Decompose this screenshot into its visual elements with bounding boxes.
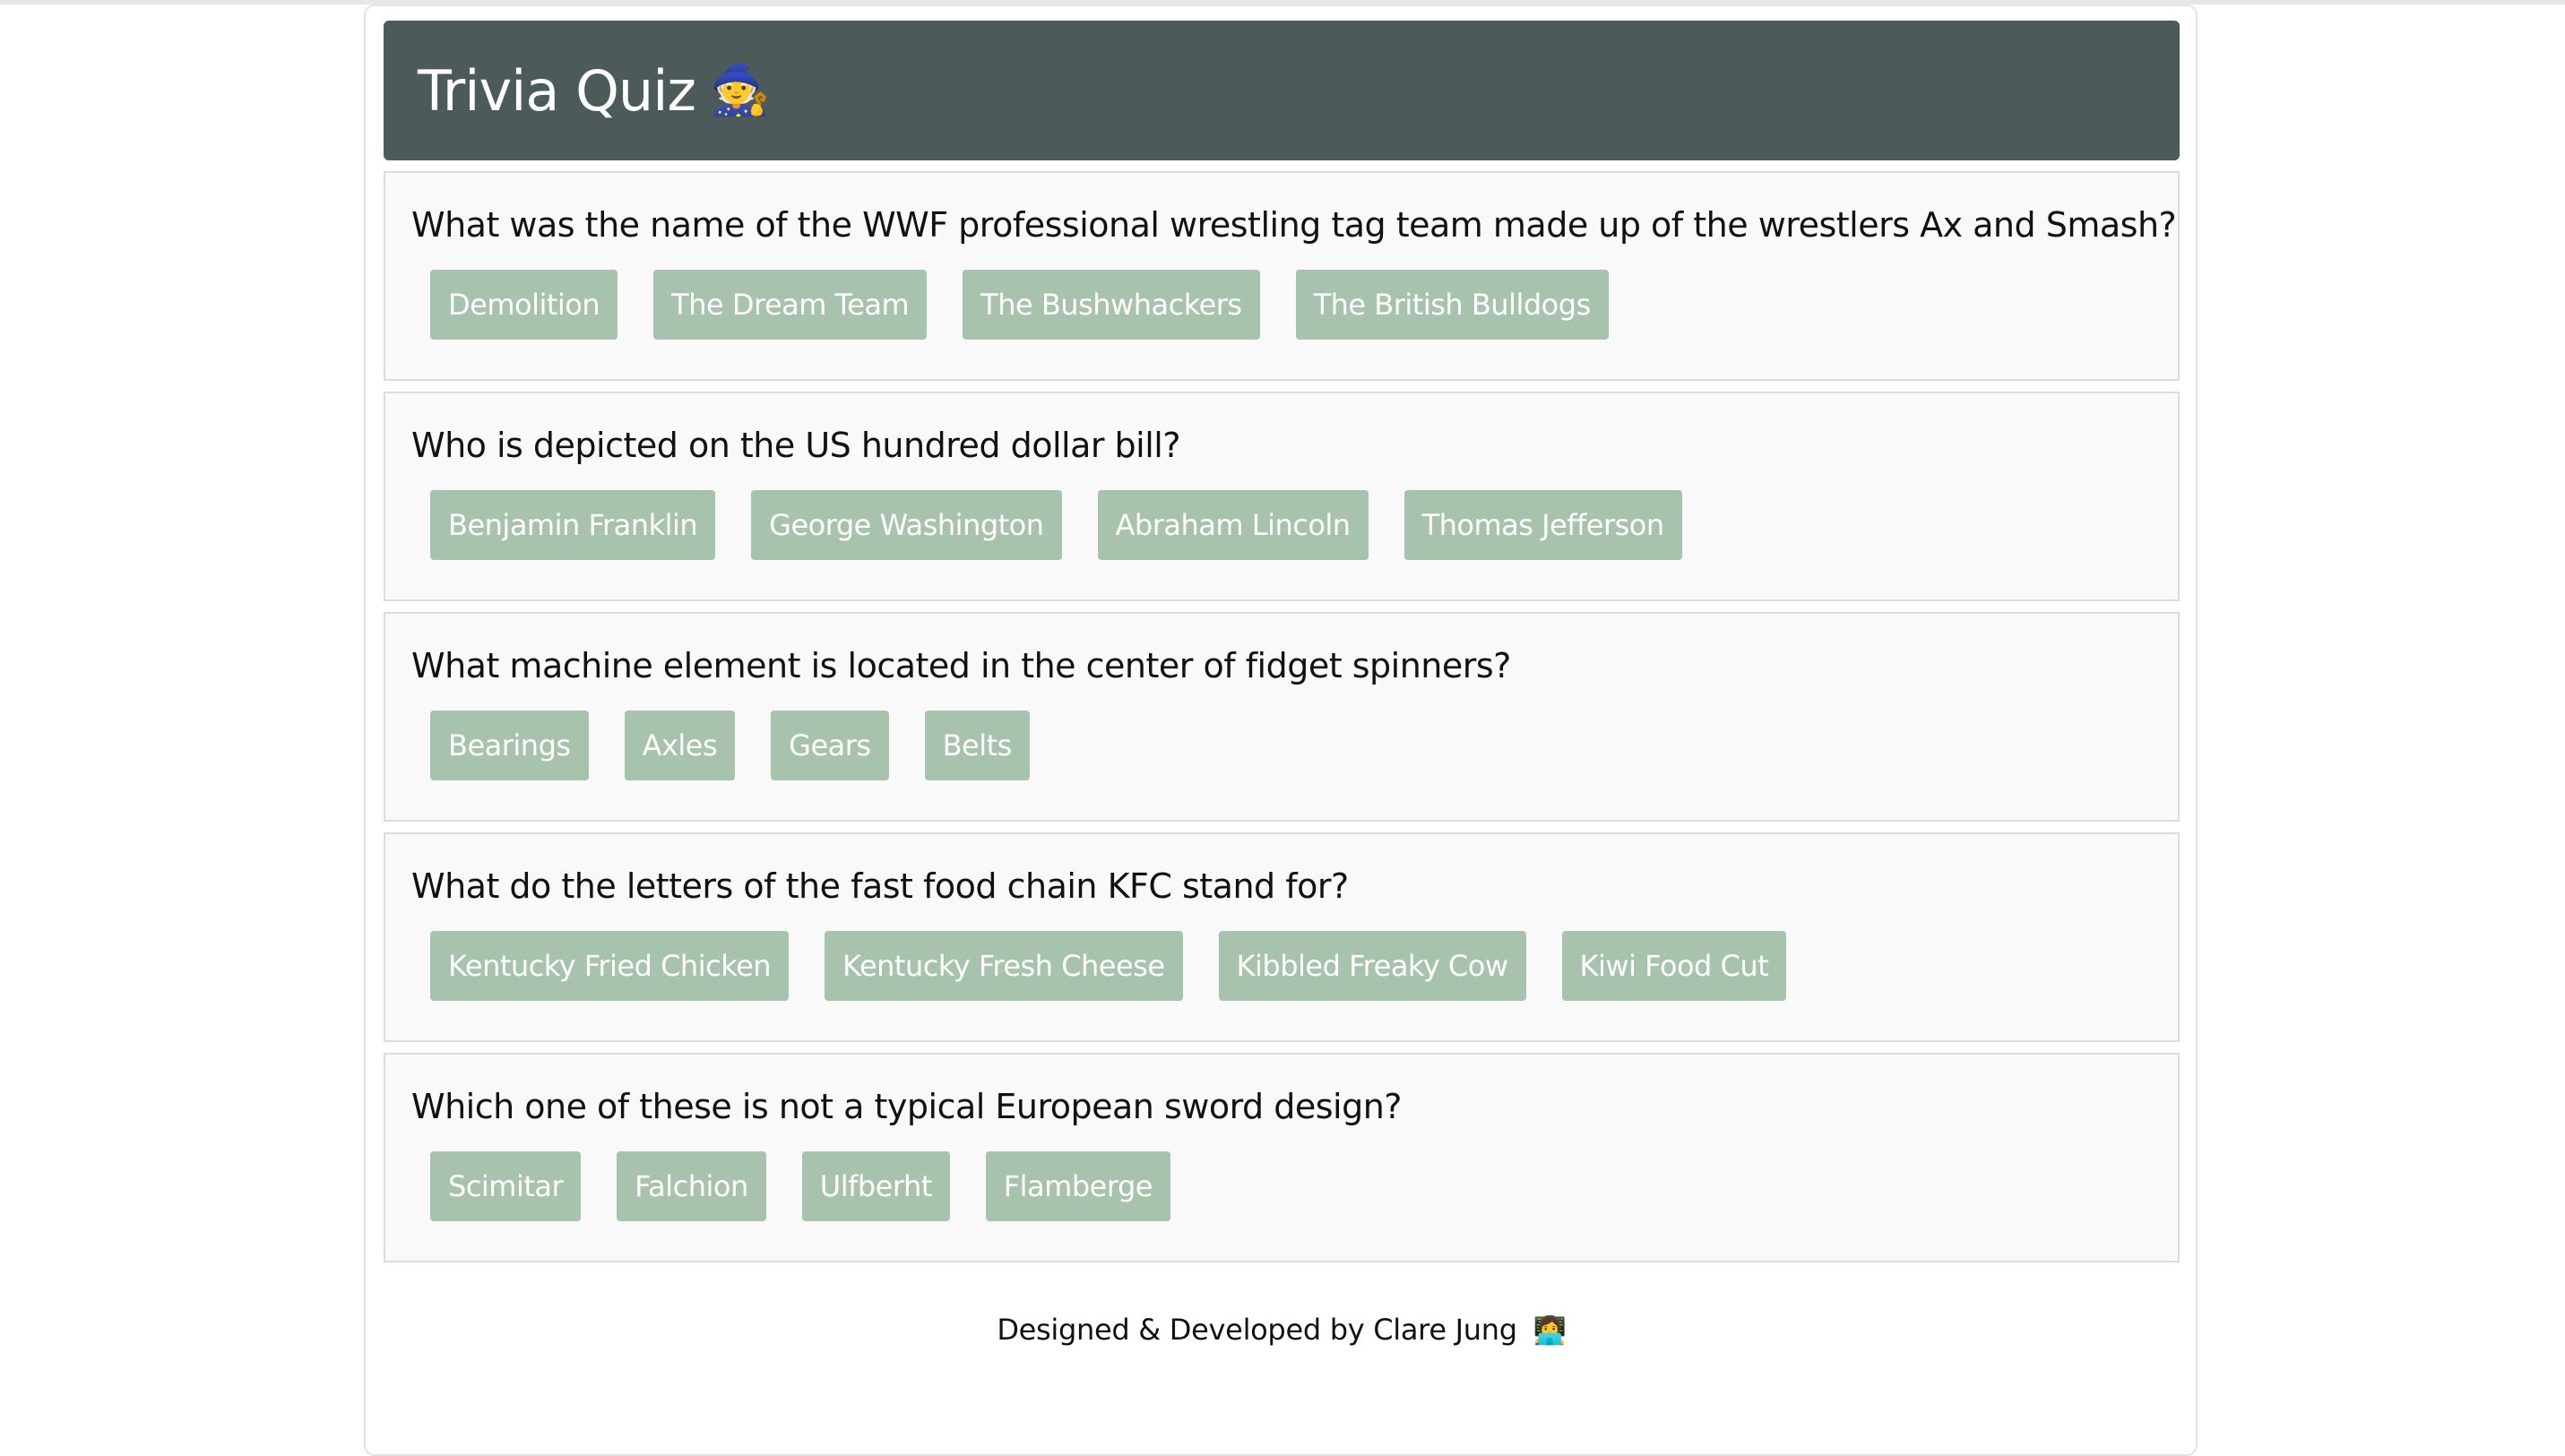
answer-button[interactable]: Kibbled Freaky Cow [1218, 931, 1526, 1001]
question-card-2: Who is depicted on the US hundred dollar… [384, 392, 2180, 601]
question-text: What do the letters of the fast food cha… [411, 866, 1349, 906]
answer-button[interactable]: The Dream Team [653, 270, 928, 340]
answer-list: Benjamin Franklin George Washington Abra… [411, 490, 2178, 560]
answer-button[interactable]: George Washington [751, 490, 1062, 560]
question-text: What machine element is located in the c… [411, 646, 1511, 685]
question-card-1: What was the name of the WWF professiona… [384, 171, 2180, 381]
answer-button[interactable]: Gears [771, 711, 889, 780]
answer-button[interactable]: Benjamin Franklin [430, 490, 716, 560]
answer-button[interactable]: Axles [624, 711, 736, 780]
quiz-card: Trivia Quiz 🧙 What was the name of the W… [364, 4, 2198, 1456]
answer-button[interactable]: The Bushwhackers [963, 270, 1260, 340]
answer-button[interactable]: Bearings [430, 711, 589, 780]
answer-list: Bearings Axles Gears Belts [411, 711, 2178, 780]
answer-button[interactable]: Kiwi Food Cut [1561, 931, 1787, 1001]
footer: Designed & Developed by Clare Jung 👩‍💻 [384, 1313, 2180, 1347]
answer-button[interactable]: Scimitar [430, 1151, 582, 1221]
wizard-icon: 🧙 [709, 62, 770, 118]
answer-button[interactable]: Belts [924, 711, 1030, 780]
answer-list: Kentucky Fried Chicken Kentucky Fresh Ch… [411, 931, 2178, 1001]
answer-button[interactable]: Flamberge [985, 1151, 1170, 1221]
answer-button[interactable]: Thomas Jefferson [1403, 490, 1682, 560]
answer-button[interactable]: Falchion [617, 1151, 766, 1221]
question-card-4: What do the letters of the fast food cha… [384, 832, 2180, 1042]
answer-button[interactable]: Abraham Lincoln [1097, 490, 1369, 560]
answer-list: Scimitar Falchion Ulfberht Flamberge [411, 1151, 2178, 1221]
answer-button[interactable]: The British Bulldogs [1295, 270, 1609, 340]
answer-button[interactable]: Kentucky Fried Chicken [430, 931, 790, 1001]
quiz-header: Trivia Quiz 🧙 [384, 21, 2180, 160]
answer-button[interactable]: Ulfberht [801, 1151, 950, 1221]
question-card-3: What machine element is located in the c… [384, 612, 2180, 822]
question-text: Which one of these is not a typical Euro… [411, 1087, 1402, 1126]
answer-button[interactable]: Kentucky Fresh Cheese [825, 931, 1183, 1001]
page-title: Trivia Quiz [418, 57, 696, 124]
footer-credit: Designed & Developed by Clare Jung [997, 1313, 1517, 1347]
question-card-5: Which one of these is not a typical Euro… [384, 1053, 2180, 1262]
question-text: What was the name of the WWF professiona… [411, 205, 2177, 245]
answer-button[interactable]: Demolition [430, 270, 618, 340]
developer-icon: 👩‍💻 [1533, 1315, 1567, 1347]
question-text: Who is depicted on the US hundred dollar… [411, 426, 1181, 465]
answer-list: Demolition The Dream Team The Bushwhacke… [411, 270, 2178, 340]
